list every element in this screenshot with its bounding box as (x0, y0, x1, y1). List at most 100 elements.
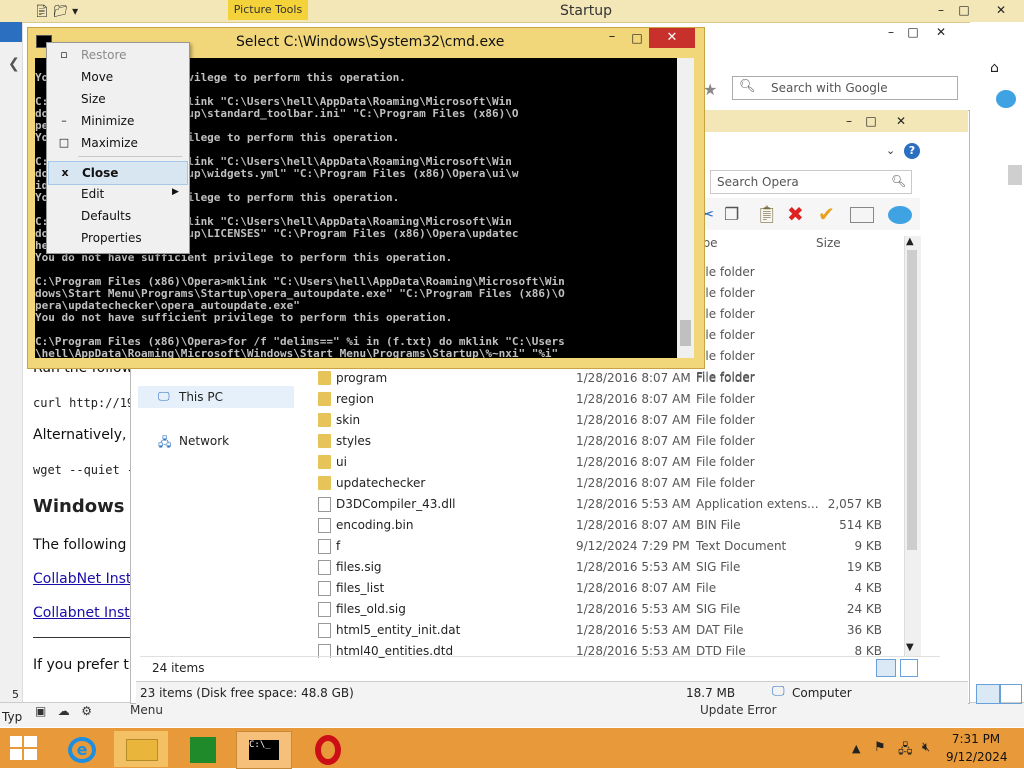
file-name: ui (336, 455, 347, 469)
browser-menu-label[interactable]: Menu (130, 703, 163, 717)
file-row[interactable]: skin 1/28/2016 8:07 AM File folder (308, 410, 908, 431)
status-items-free-space: 23 items (Disk free space: 48.8 GB) (140, 686, 354, 700)
file-row[interactable]: f 9/12/2024 7:29 PM Text Document 9 KB (308, 536, 908, 557)
cmd-scroll-thumb[interactable] (680, 320, 691, 346)
opera-search-input[interactable]: Search Opera 🔍︎ (710, 170, 912, 194)
cmd-minimize-button[interactable]: – (600, 28, 624, 48)
browser-outer-scrollbar-thumb[interactable] (1008, 165, 1022, 185)
internet-explorer-icon[interactable]: e (56, 731, 110, 767)
cmd-scrollbar[interactable] (677, 58, 694, 358)
volume-muted-icon[interactable]: 🔇︎ (922, 740, 930, 755)
browser-close-button[interactable]: ✕ (930, 25, 952, 39)
file-row[interactable]: updatechecker 1/28/2016 8:07 AM File folde… (308, 473, 908, 494)
file-row[interactable]: html5_entity_init.dat 1/28/2016 5:53 AM DA… (308, 620, 908, 641)
nav-item-this-pc[interactable]: 🖵︎ This PC (138, 386, 294, 408)
details-view-icon[interactable] (876, 659, 896, 677)
file-name: updatechecker (336, 476, 426, 490)
help-icon[interactable]: ? (904, 143, 920, 159)
file-name: files_old.sig (336, 602, 406, 616)
explorer-item-count-bar: 24 items (140, 656, 940, 679)
delete-icon[interactable]: ✖ (787, 202, 804, 226)
store-icon[interactable] (176, 731, 230, 767)
picture-tools-tab[interactable]: Picture Tools (228, 0, 308, 20)
action-center-flag-icon[interactable]: ⚑ (874, 740, 886, 755)
copy-icon[interactable]: ❐ (724, 205, 739, 225)
browser-update-error[interactable]: Update Error (700, 703, 777, 717)
browser-tiles-view-icon[interactable] (1000, 684, 1022, 704)
browser-status-icons[interactable]: ▣ ☁ ⚙ (35, 704, 92, 718)
startup-close-button[interactable]: ✕ (990, 3, 1012, 17)
scroll-up-icon[interactable]: ▲ (906, 236, 914, 247)
file-list-scroll-thumb[interactable] (907, 250, 917, 550)
search-icon: 🔍︎ (891, 174, 907, 188)
globe-icon[interactable] (996, 90, 1016, 108)
file-row[interactable]: files_old.sig 1/28/2016 5:53 AM SIG File 24… (308, 599, 908, 620)
scroll-down-icon[interactable]: ▼ (906, 642, 914, 653)
startup-maximize-button[interactable]: □ (953, 3, 975, 17)
col-size-header[interactable]: Size (816, 236, 841, 250)
browser-details-view-icon[interactable] (976, 684, 1000, 704)
file-row[interactable]: styles 1/28/2016 8:07 AM File folder (308, 431, 908, 452)
tray-expand-icon[interactable]: ▲ (852, 742, 860, 755)
file-row[interactable]: ui 1/28/2016 8:07 AM File folder (308, 452, 908, 473)
nav-item-network[interactable]: 🖧︎ Network (138, 430, 294, 452)
browser-minimize-button[interactable]: – (880, 25, 902, 39)
menu-item-move[interactable]: Move (48, 66, 188, 88)
tiles-view-icon[interactable] (900, 659, 918, 677)
file-row[interactable]: files.sig 1/28/2016 5:53 AM SIG File 19 KB (308, 557, 908, 578)
cmd-maximize-button[interactable]: □ (625, 28, 649, 48)
file-row[interactable]: encoding.bin 1/28/2016 8:07 AM BIN File 514… (308, 515, 908, 536)
explorer-statusbar: 23 items (Disk free space: 48.8 GB) 18.7… (136, 681, 968, 704)
file-row[interactable]: files_list 1/28/2016 8:07 AM File 4 KB (308, 578, 908, 599)
menu-item-maximize[interactable]: □ Maximize (48, 132, 188, 154)
file-explorer-icon[interactable] (114, 731, 168, 767)
menu-item-size[interactable]: Size (48, 88, 188, 110)
ribbon-file-tab[interactable] (0, 22, 22, 42)
opera-minimize-button[interactable]: – (838, 114, 860, 128)
file-row[interactable]: region 1/28/2016 8:07 AM File folder (308, 389, 908, 410)
page-link-collabnet-2[interactable]: Collabnet Insta (33, 605, 138, 621)
folder-icon (318, 371, 331, 385)
menu-item-edit[interactable]: Edit ▶ (48, 183, 188, 205)
google-search-input[interactable]: 🔍︎ Search with Google (732, 76, 958, 100)
nav-label-network: Network (179, 434, 230, 448)
menu-item-minimize[interactable]: – Minimize (48, 110, 188, 132)
opera-close-button[interactable]: ✕ (890, 114, 912, 128)
startup-window-titlebar[interactable] (0, 0, 1024, 23)
menu-item-properties[interactable]: Properties (48, 227, 188, 249)
ribbon-expand-icon[interactable]: ⌄ (886, 144, 895, 157)
rename-icon[interactable] (850, 207, 874, 223)
page-code-curl: curl http://19 (33, 396, 135, 410)
page-text-prefer: If you prefer th (33, 657, 138, 673)
browser-home-icon[interactable]: ⌂ (990, 60, 999, 76)
clock-date[interactable]: 9/12/2024 (946, 750, 1008, 764)
menu-glyph-icon: □ (58, 136, 70, 149)
opera-maximize-button[interactable]: □ (860, 114, 882, 128)
windows-start-icon[interactable] (10, 736, 38, 760)
file-date: 1/28/2016 5:53 AM (576, 497, 691, 511)
folder-icon (318, 455, 331, 469)
clock-time[interactable]: 7:31 PM (946, 732, 1006, 746)
menu-item-close[interactable]: x Close (48, 161, 188, 185)
check-icon[interactable]: ✔ (818, 202, 835, 226)
page-link-collabnet-1[interactable]: CollabNet Inst (33, 571, 131, 587)
file-row[interactable]: D3DCompiler_43.dll 1/28/2016 5:53 AM Appli… (308, 494, 908, 515)
file-icon (318, 539, 331, 554)
browser-maximize-button[interactable]: □ (902, 25, 924, 39)
file-row[interactable]: program 1/28/2016 8:07 AM File folder (308, 368, 908, 389)
menu-item-defaults[interactable]: Defaults (48, 205, 188, 227)
cmd-taskbar-icon[interactable]: C:\_ (236, 731, 292, 769)
file-type: File folder (696, 413, 755, 427)
startup-minimize-button[interactable]: – (930, 3, 952, 17)
globe-icon-toolbar[interactable] (888, 206, 912, 224)
opera-taskbar-icon[interactable] (302, 731, 356, 767)
network-tray-icon[interactable]: 🖧︎ (898, 740, 913, 762)
cmd-close-button[interactable]: ✕ (649, 28, 695, 48)
page-text-alt: Alternatively, it (33, 427, 141, 443)
paste-icon[interactable]: 📋︎ (756, 205, 778, 225)
back-arrow-icon[interactable]: ❮ (8, 56, 20, 72)
quick-access-icons[interactable]: 📄︎ 📁︎ ▾ (34, 4, 78, 18)
menu-item-restore[interactable]: ▫ Restore (48, 44, 188, 66)
file-type: File folder (696, 476, 755, 490)
star-icon[interactable]: ★ (703, 80, 717, 99)
